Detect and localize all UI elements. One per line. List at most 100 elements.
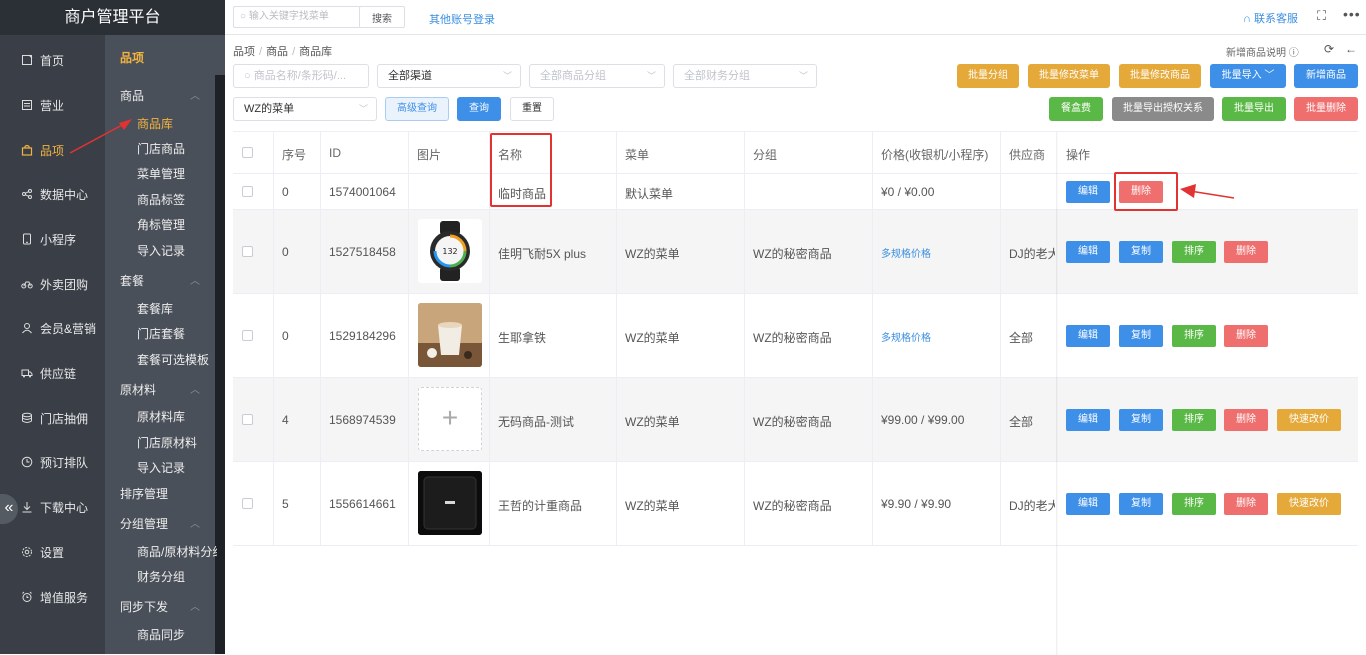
add-product-button[interactable]: 新增商品 bbox=[1294, 64, 1358, 88]
query-button[interactable]: 查询 bbox=[457, 97, 501, 121]
subnav-link-product-tags[interactable]: 商品标签 bbox=[137, 191, 185, 208]
nav-item-business[interactable]: 营业 bbox=[0, 83, 105, 127]
edit-button[interactable]: 编辑 bbox=[1066, 241, 1110, 263]
nav-item-commission[interactable]: 门店抽佣 bbox=[0, 396, 105, 440]
sort-button[interactable]: 排序 bbox=[1172, 241, 1216, 263]
subnav-link-combo-library[interactable]: 套餐库 bbox=[137, 300, 173, 317]
contact-support-link[interactable]: ∩ 联系客服 bbox=[1243, 10, 1298, 26]
upload-image-placeholder[interactable]: + bbox=[418, 387, 482, 451]
finance-group-select[interactable]: 全部财务分组 ﹀ bbox=[673, 64, 817, 88]
subnav-link-product-groups[interactable]: 商品/原材料分组 bbox=[137, 543, 217, 560]
subnav-group-combos[interactable]: 套餐 bbox=[120, 272, 144, 289]
nav-item-settings[interactable]: 设置 bbox=[0, 530, 105, 574]
add-product-help-link[interactable]: 新增商品说明 ⓘ bbox=[1226, 44, 1299, 59]
subnav-group-sorting[interactable]: 排序管理 bbox=[120, 485, 168, 502]
subnav-link-store-products[interactable]: 门店商品 bbox=[137, 140, 185, 157]
multi-spec-price-link[interactable]: 多规格价格 bbox=[881, 245, 931, 260]
batch-import-button[interactable]: 批量导入 ﹀ bbox=[1210, 64, 1286, 88]
nav-item-delivery[interactable]: 外卖团购 bbox=[0, 262, 105, 306]
packaging-fee-button[interactable]: 餐盒费 bbox=[1049, 97, 1103, 121]
subnav-group-groups[interactable]: 分组管理 bbox=[120, 515, 168, 532]
batch-edit-menu-button[interactable]: 批量修改菜单 bbox=[1028, 64, 1110, 88]
nav-item-home[interactable]: 首页 bbox=[0, 38, 105, 82]
product-search-input[interactable]: ○ 商品名称/条形码/... bbox=[233, 64, 369, 88]
edit-button[interactable]: 编辑 bbox=[1066, 409, 1110, 431]
chevron-up-icon[interactable]: ︿ bbox=[190, 515, 200, 530]
subnav-link-product-sync[interactable]: 商品同步 bbox=[137, 626, 185, 643]
subnav-link-store-materials[interactable]: 门店原材料 bbox=[137, 434, 197, 451]
subnav-link-import-records[interactable]: 导入记录 bbox=[137, 242, 185, 259]
subnav-link-menu-management[interactable]: 菜单管理 bbox=[137, 165, 185, 182]
export-authorization-button[interactable]: 批量导出授权关系 bbox=[1112, 97, 1214, 121]
copy-button[interactable]: 复制 bbox=[1119, 325, 1163, 347]
row-checkbox[interactable] bbox=[242, 330, 253, 341]
back-arrow-icon[interactable]: ← bbox=[1345, 42, 1357, 56]
column-header: 价格(收银机/小程序) bbox=[881, 148, 989, 162]
multi-spec-price-link[interactable]: 多规格价格 bbox=[881, 329, 931, 344]
batch-group-button[interactable]: 批量分组 bbox=[957, 64, 1019, 88]
copy-button[interactable]: 复制 bbox=[1119, 493, 1163, 515]
chevron-up-icon[interactable]: ︿ bbox=[190, 598, 200, 613]
reset-button[interactable]: 重置 bbox=[510, 97, 554, 121]
row-checkbox[interactable] bbox=[242, 498, 253, 509]
product-image-coffee[interactable] bbox=[418, 303, 482, 367]
product-image-tablet[interactable] bbox=[418, 471, 482, 535]
quick-price-button[interactable]: 快速改价 bbox=[1277, 409, 1341, 431]
row-checkbox[interactable] bbox=[242, 186, 253, 197]
delete-button[interactable]: 删除 bbox=[1224, 493, 1268, 515]
menu-search-button[interactable]: 搜索 bbox=[359, 6, 405, 28]
edit-button[interactable]: 编辑 bbox=[1066, 181, 1110, 203]
subnav-scrollbar[interactable] bbox=[215, 75, 225, 654]
advanced-query-button[interactable]: 高级查询 bbox=[385, 97, 449, 121]
fullscreen-icon[interactable]: ⛶ bbox=[1317, 8, 1326, 24]
sort-button[interactable]: 排序 bbox=[1172, 325, 1216, 347]
delete-button[interactable]: 删除 bbox=[1224, 241, 1268, 263]
subnav-link-finance-groups[interactable]: 财务分组 bbox=[137, 568, 185, 585]
nav-item-supply-chain[interactable]: 供应链 bbox=[0, 351, 105, 395]
row-checkbox[interactable] bbox=[242, 246, 253, 257]
subnav-link-material-library[interactable]: 原材料库 bbox=[137, 408, 185, 425]
delete-button[interactable]: 删除 bbox=[1224, 325, 1268, 347]
copy-button[interactable]: 复制 bbox=[1119, 241, 1163, 263]
nav-item-members[interactable]: 会员&营销 bbox=[0, 306, 105, 350]
nav-item-mini-program[interactable]: 小程序 bbox=[0, 217, 105, 261]
breadcrumb-item[interactable]: 商品 bbox=[266, 46, 288, 58]
subnav-link-combo-templates[interactable]: 套餐可选模板 bbox=[137, 351, 209, 368]
subnav-link-product-library[interactable]: 商品库 bbox=[137, 115, 173, 132]
chevron-up-icon[interactable]: ︿ bbox=[190, 272, 200, 287]
column-header: 供应商 bbox=[1009, 148, 1046, 162]
subnav-group-sync[interactable]: 同步下发 bbox=[120, 598, 168, 615]
product-image-watch[interactable]: 132 bbox=[418, 219, 482, 283]
breadcrumb-item[interactable]: 品项 bbox=[233, 46, 255, 58]
channel-select[interactable]: 全部渠道 ﹀ bbox=[377, 64, 521, 88]
batch-export-button[interactable]: 批量导出 bbox=[1222, 97, 1286, 121]
product-group-select[interactable]: 全部商品分组 ﹀ bbox=[529, 64, 665, 88]
batch-edit-product-button[interactable]: 批量修改商品 bbox=[1119, 64, 1201, 88]
nav-item-products[interactable]: 品项 bbox=[0, 128, 105, 172]
delete-button[interactable]: 删除 bbox=[1224, 409, 1268, 431]
nav-item-value-added[interactable]: 增值服务 bbox=[0, 575, 105, 619]
subnav-link-corner-marks[interactable]: 角标管理 bbox=[137, 216, 185, 233]
sort-button[interactable]: 排序 bbox=[1172, 409, 1216, 431]
other-account-login-link[interactable]: 其他账号登录 bbox=[429, 11, 495, 27]
sort-button[interactable]: 排序 bbox=[1172, 493, 1216, 515]
refresh-icon[interactable]: ⟳ bbox=[1324, 42, 1334, 56]
copy-button[interactable]: 复制 bbox=[1119, 409, 1163, 431]
nav-item-data-center[interactable]: 数据中心 bbox=[0, 172, 105, 216]
subnav-group-products[interactable]: 商品 bbox=[120, 87, 144, 104]
chevron-up-icon[interactable]: ︿ bbox=[190, 381, 200, 396]
select-all-checkbox[interactable] bbox=[242, 147, 253, 158]
subnav-group-materials[interactable]: 原材料 bbox=[120, 381, 156, 398]
batch-delete-button[interactable]: 批量删除 bbox=[1294, 97, 1358, 121]
subnav-link-material-import[interactable]: 导入记录 bbox=[137, 459, 185, 476]
edit-button[interactable]: 编辑 bbox=[1066, 325, 1110, 347]
subnav-link-store-combos[interactable]: 门店套餐 bbox=[137, 325, 185, 342]
nav-item-reservation[interactable]: 预订排队 bbox=[0, 440, 105, 484]
edit-button[interactable]: 编辑 bbox=[1066, 493, 1110, 515]
menu-search-input[interactable]: ○ 输入关键字找菜单 bbox=[233, 6, 361, 28]
more-icon[interactable]: ••• bbox=[1343, 6, 1361, 22]
menu-select[interactable]: WZ的菜单 ﹀ bbox=[233, 97, 377, 121]
chevron-up-icon[interactable]: ︿ bbox=[190, 87, 200, 102]
row-checkbox[interactable] bbox=[242, 414, 253, 425]
quick-price-button[interactable]: 快速改价 bbox=[1277, 493, 1341, 515]
